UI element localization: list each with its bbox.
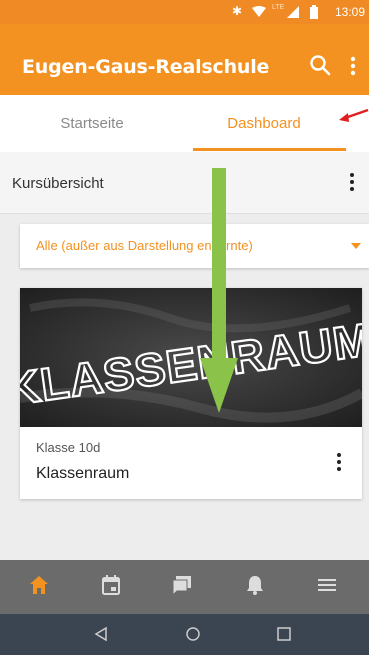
status-time: 13:09 <box>334 5 365 19</box>
app-title: Eugen-Gaus-Realschule <box>22 56 270 78</box>
course-category: Klasse 10d <box>36 440 101 455</box>
tab-selected-indicator <box>193 148 346 151</box>
chevron-down-icon <box>351 243 361 249</box>
home-circle-icon[interactable] <box>185 626 201 642</box>
course-title[interactable]: Klassenraum <box>36 465 129 483</box>
more-vert-icon[interactable] <box>336 452 342 472</box>
course-filter-select[interactable]: Alle (außer aus Darstellung entfernte) <box>20 224 369 268</box>
more-vert-icon[interactable] <box>347 54 359 78</box>
section-title: Kursübersicht <box>12 175 104 192</box>
bluetooth-icon: ✱ <box>232 4 243 18</box>
home-icon[interactable] <box>28 574 50 596</box>
menu-icon[interactable] <box>316 574 338 596</box>
status-bar: ✱ LTE 13:09 <box>0 0 369 24</box>
system-navigation-bar <box>0 614 369 655</box>
signal-icon <box>287 6 299 18</box>
bottom-navigation <box>0 560 369 614</box>
tab-dashboard[interactable]: Dashboard <box>184 95 344 152</box>
more-vert-icon[interactable] <box>349 172 355 192</box>
annotation-arrow-green <box>200 168 238 413</box>
annotation-arrow-red <box>339 108 369 122</box>
notifications-icon[interactable] <box>244 574 266 596</box>
chalkboard-image: KLASSENRAUM <box>20 288 362 427</box>
recents-icon[interactable] <box>276 626 292 642</box>
network-type-label: LTE <box>272 4 285 11</box>
search-icon[interactable] <box>309 54 331 76</box>
wifi-icon <box>252 6 266 17</box>
battery-icon <box>310 5 318 19</box>
back-icon[interactable] <box>93 626 109 642</box>
tab-startseite[interactable]: Startseite <box>0 95 184 152</box>
course-image: KLASSENRAUM <box>20 288 362 427</box>
course-overview-header: Kursübersicht <box>0 152 369 214</box>
messages-icon[interactable] <box>171 574 193 596</box>
calendar-icon[interactable] <box>100 574 122 596</box>
tab-bar: Startseite Dashboard <box>0 95 369 152</box>
course-card[interactable]: KLASSENRAUM Klasse 10d Klassenraum <box>20 288 362 499</box>
app-bar: Eugen-Gaus-Realschule <box>0 24 369 95</box>
